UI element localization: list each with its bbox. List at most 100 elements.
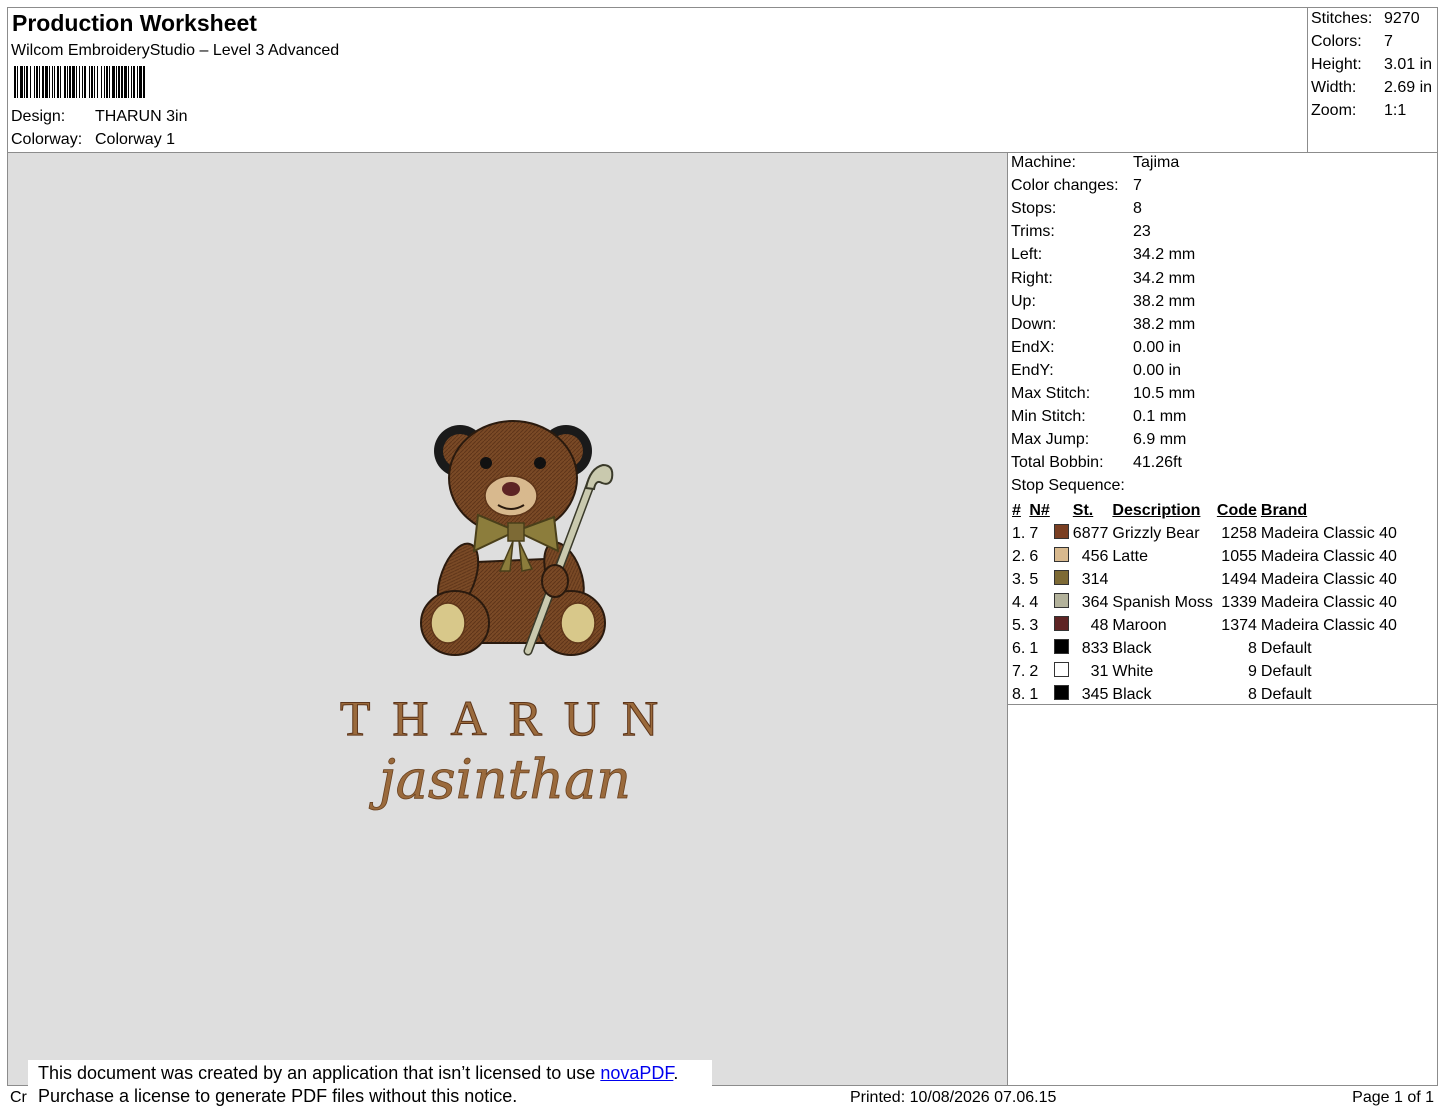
embroidery-design: THARUN jasinthan bbox=[339, 420, 659, 811]
table-row: 7. 2 31 White 9 Default bbox=[1010, 660, 1399, 683]
detail-value: 23 bbox=[1133, 223, 1151, 241]
cell-brand: Madeira Classic 40 bbox=[1260, 570, 1397, 588]
stop-sequence-title: Stop Sequence: bbox=[1011, 477, 1125, 494]
detail-value: 7 bbox=[1133, 177, 1142, 195]
color-swatch bbox=[1053, 616, 1069, 631]
cell-n: 7 bbox=[1029, 524, 1039, 542]
cell-st: 48 bbox=[1090, 616, 1109, 634]
detail-value: 8 bbox=[1133, 200, 1142, 218]
color-swatch bbox=[1053, 685, 1069, 700]
cell-n: 3 bbox=[1029, 616, 1039, 634]
detail-row: EndX: 0.00 in bbox=[1011, 339, 1181, 357]
design-label: Design: bbox=[11, 108, 66, 125]
empty-panel bbox=[1007, 704, 1438, 1086]
table-row: 3. 5 314 1494 Madeira Classic 40 bbox=[1010, 568, 1399, 591]
design-row: Design: THARUN 3in bbox=[11, 108, 187, 126]
cell-brand: Default bbox=[1260, 639, 1312, 657]
software-name: Wilcom EmbroideryStudio – Level 3 Advanc… bbox=[11, 42, 340, 59]
detail-value: 38.2 mm bbox=[1133, 292, 1196, 310]
footer-left-text: Cr bbox=[10, 1089, 27, 1106]
cell-code: 1339 bbox=[1221, 593, 1257, 611]
cell-desc bbox=[1110, 568, 1215, 591]
detail-row: Left: 34.2 mm bbox=[1011, 246, 1195, 264]
summary-zoom: Zoom: 1:1 bbox=[1311, 102, 1407, 119]
cell-idx: 1. bbox=[1012, 524, 1026, 542]
cell-desc: White bbox=[1112, 662, 1154, 680]
license-notice: This document was created by an applicat… bbox=[28, 1060, 712, 1112]
cell-idx: 6. bbox=[1012, 639, 1026, 657]
page-number: Page 1 of 1 bbox=[1352, 1089, 1434, 1106]
colorway-row: Colorway: Colorway 1 bbox=[11, 131, 175, 149]
cell-st: 314 bbox=[1081, 570, 1109, 588]
detail-label: EndX: bbox=[1011, 338, 1055, 356]
summary-colors: Colors: 7 bbox=[1311, 33, 1393, 50]
detail-label: Min Stitch: bbox=[1011, 408, 1086, 426]
cell-idx: 8. bbox=[1012, 685, 1026, 703]
detail-row: Max Stitch: 10.5 mm bbox=[1011, 385, 1195, 403]
stats-panel: Machine: Tajima Color changes: 7 Stops: 8 Trim… bbox=[1007, 152, 1438, 705]
color-swatch bbox=[1053, 524, 1069, 539]
detail-value: 0.00 in bbox=[1133, 338, 1182, 356]
summary-width: Width: 2.69 in bbox=[1311, 79, 1433, 96]
cell-brand: Madeira Classic 40 bbox=[1260, 593, 1397, 611]
detail-row: EndY: 0.00 in bbox=[1011, 362, 1181, 380]
cell-brand: Madeira Classic 40 bbox=[1260, 547, 1397, 565]
novapdf-link[interactable]: novaPDF bbox=[600, 1063, 673, 1083]
cell-desc: Maroon bbox=[1112, 616, 1167, 634]
teddy-bear-icon bbox=[420, 420, 606, 656]
cell-brand: Default bbox=[1260, 662, 1312, 680]
color-swatch bbox=[1053, 662, 1069, 677]
detail-label: Max Jump: bbox=[1011, 431, 1090, 449]
cell-code: 8 bbox=[1247, 639, 1257, 657]
cell-idx: 4. bbox=[1012, 593, 1026, 611]
cell-st: 456 bbox=[1081, 547, 1109, 565]
cell-desc: Grizzly Bear bbox=[1112, 524, 1200, 542]
detail-row: Down: 38.2 mm bbox=[1011, 316, 1195, 334]
detail-row: Color changes: 7 bbox=[1011, 177, 1142, 195]
color-swatch bbox=[1053, 639, 1069, 654]
col-stitches: St. bbox=[1072, 501, 1094, 519]
detail-label: Stops: bbox=[1011, 200, 1057, 218]
cell-st: 31 bbox=[1090, 662, 1109, 680]
colorway-value: Colorway 1 bbox=[95, 131, 176, 148]
cell-n: 5 bbox=[1029, 570, 1039, 588]
detail-row: Max Jump: 6.9 mm bbox=[1011, 431, 1186, 449]
detail-row: Min Stitch: 0.1 mm bbox=[1011, 408, 1186, 426]
table-row: 6. 1 833 Black 8 Default bbox=[1010, 637, 1399, 660]
stop-sequence-header: # N# St. Description Code Brand bbox=[1010, 499, 1399, 522]
table-row: 8. 1 345 Black 8 Default bbox=[1010, 683, 1399, 706]
detail-value: 38.2 mm bbox=[1133, 315, 1196, 333]
detail-row: Trims: 23 bbox=[1011, 223, 1151, 241]
cell-n: 1 bbox=[1029, 639, 1039, 657]
detail-row: Right: 34.2 mm bbox=[1011, 270, 1195, 288]
cell-desc: Black bbox=[1112, 639, 1152, 657]
cell-brand: Default bbox=[1260, 685, 1312, 703]
detail-row: Total Bobbin: 41.26ft bbox=[1011, 454, 1182, 472]
cell-code: 1055 bbox=[1221, 547, 1257, 565]
color-swatch-cell bbox=[1052, 568, 1071, 591]
col-needle: N# bbox=[1029, 501, 1050, 519]
cell-n: 4 bbox=[1029, 593, 1039, 611]
cell-st: 345 bbox=[1081, 685, 1109, 703]
cell-idx: 2. bbox=[1012, 547, 1026, 565]
detail-value: 0.00 in bbox=[1133, 361, 1182, 379]
cell-n: 6 bbox=[1029, 547, 1039, 565]
col-index: # bbox=[1012, 501, 1021, 519]
color-swatch-cell bbox=[1052, 637, 1071, 660]
detail-value: 10.5 mm bbox=[1133, 385, 1196, 402]
color-swatch-cell bbox=[1052, 545, 1071, 568]
detail-value: 6.9 mm bbox=[1133, 431, 1187, 449]
cell-desc: Spanish Moss bbox=[1112, 593, 1213, 611]
color-swatch-cell bbox=[1052, 683, 1071, 706]
col-brand: Brand bbox=[1260, 501, 1308, 519]
detail-label: Right: bbox=[1011, 269, 1053, 287]
cell-idx: 5. bbox=[1012, 616, 1026, 634]
design-value: THARUN 3in bbox=[95, 108, 188, 125]
summary-stitches: Stitches: 9270 bbox=[1311, 10, 1420, 27]
cell-code: 1258 bbox=[1221, 524, 1257, 542]
detail-label: Down: bbox=[1011, 315, 1057, 333]
cell-st: 364 bbox=[1081, 593, 1109, 611]
cell-st: 833 bbox=[1081, 639, 1109, 657]
cell-idx: 7. bbox=[1012, 662, 1026, 680]
barcode bbox=[14, 66, 146, 98]
